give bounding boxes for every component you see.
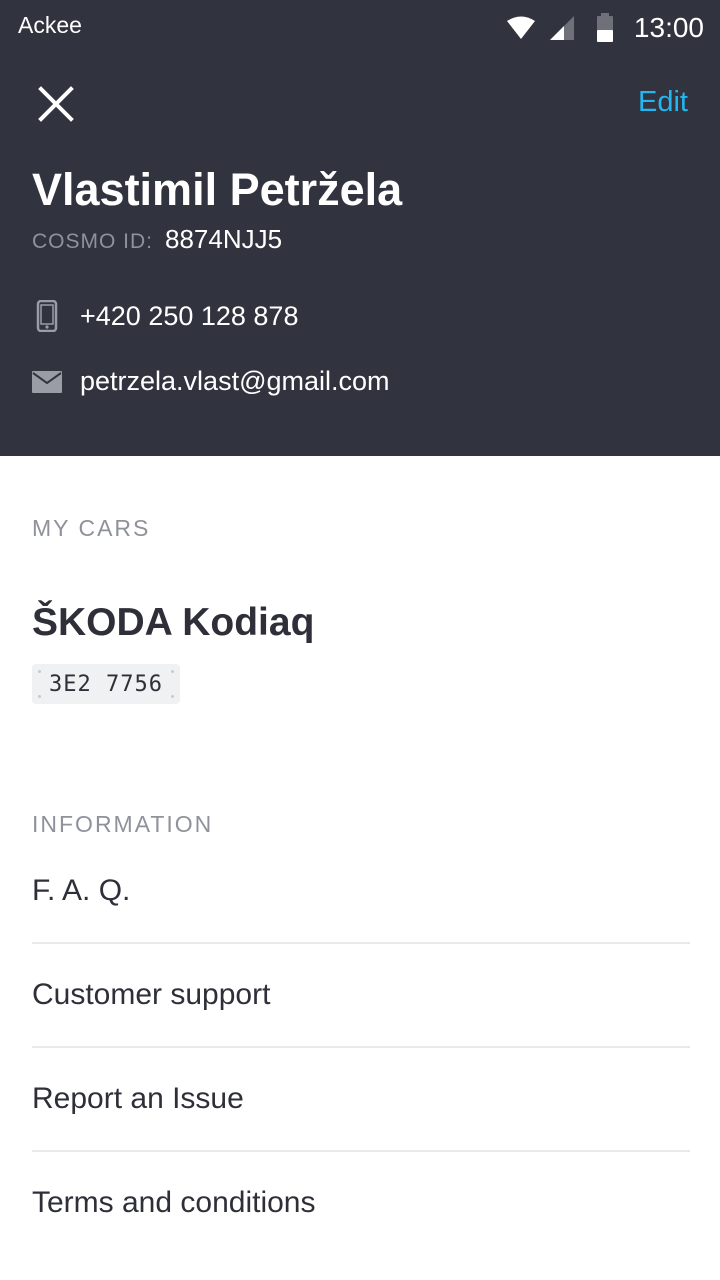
info-item-terms[interactable]: Terms and conditions: [32, 1152, 690, 1256]
status-icons: 13:00: [506, 8, 704, 48]
phone-icon: [36, 300, 58, 332]
cosmo-id-row: COSMO ID: 8874NJJ5: [32, 224, 282, 255]
status-bar: Ackee 13:00: [0, 0, 720, 52]
info-item-label: Customer support: [32, 978, 271, 1011]
close-button[interactable]: [28, 76, 84, 132]
phone-row: +420 250 128 878: [32, 300, 298, 332]
cell-signal-icon: [549, 16, 574, 40]
info-item-label: Report an Issue: [32, 1082, 244, 1115]
car-name[interactable]: ŠKODA Kodiaq: [32, 601, 314, 645]
edit-button[interactable]: Edit: [638, 86, 688, 119]
info-item-faq[interactable]: F. A. Q.: [32, 840, 690, 944]
cosmo-id-label: COSMO ID:: [32, 230, 154, 253]
info-item-report-issue[interactable]: Report an Issue: [32, 1048, 690, 1152]
license-plate: 3E2 7756: [32, 664, 180, 704]
license-plate-number: 3E2 7756: [49, 671, 163, 697]
carrier-name: Ackee: [18, 12, 82, 38]
cosmo-id-value: 8874NJJ5: [165, 224, 283, 254]
status-time: 13:00: [633, 12, 704, 43]
user-name: Vlastimil Petržela: [32, 164, 403, 215]
wifi-icon: [506, 16, 535, 39]
phone-number: +420 250 128 878: [80, 300, 299, 331]
my-cars-section-label: MY CARS: [32, 515, 151, 541]
close-icon: [38, 86, 74, 122]
email-address: petrzela.vlast@gmail.com: [80, 366, 390, 396]
email-row: petrzela.vlast@gmail.com: [32, 366, 390, 397]
info-item-label: F. A. Q.: [32, 874, 131, 907]
information-section-label: INFORMATION: [32, 811, 214, 837]
info-item-customer-support[interactable]: Customer support: [32, 944, 690, 1048]
battery-icon: [596, 13, 613, 42]
mail-icon: [32, 370, 62, 393]
info-item-label: Terms and conditions: [32, 1186, 316, 1219]
profile-header: Ackee 13:00 Edit Vlastimil Petržela COSM…: [0, 0, 720, 456]
